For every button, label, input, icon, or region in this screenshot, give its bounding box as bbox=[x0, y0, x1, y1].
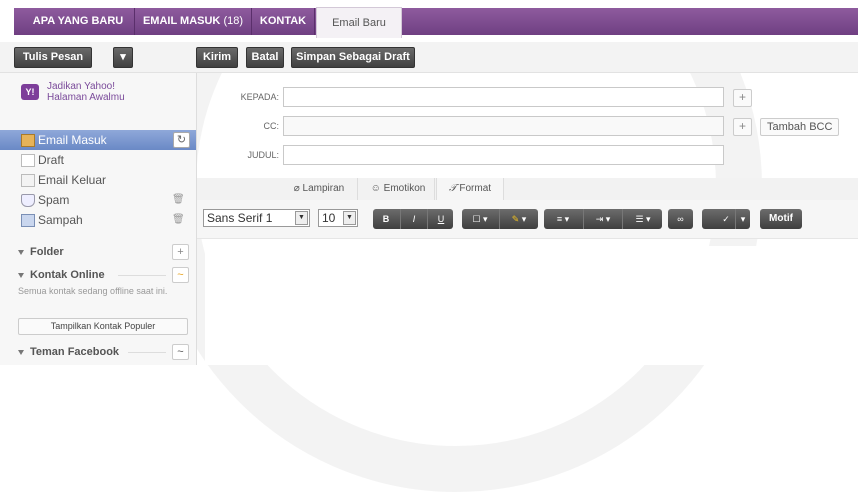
set-homepage-link[interactable]: Jadikan Yahoo! Halaman Awalmu bbox=[47, 81, 125, 103]
tab-inbox[interactable]: EMAIL MASUK (18) bbox=[135, 8, 252, 35]
sidebar-item-inbox[interactable]: Email Masuk ↻ bbox=[0, 130, 196, 150]
link-icon: ∞ bbox=[677, 214, 684, 224]
smiley-icon: ☺ bbox=[370, 183, 381, 194]
text-style-group: B I U bbox=[373, 209, 453, 229]
text-color-button[interactable]: ✎ ▾ bbox=[499, 209, 538, 229]
font-family-select[interactable]: Sans Serif 1 ▼ bbox=[203, 209, 310, 227]
align-button[interactable]: ≡ ▾ bbox=[544, 209, 582, 229]
cc-field[interactable] bbox=[283, 116, 724, 136]
list-icon: ☰ bbox=[635, 214, 644, 224]
compose-dropdown-button[interactable]: ▾ bbox=[113, 47, 133, 68]
align-icon: ≡ bbox=[556, 214, 563, 224]
emoticon-tab[interactable]: ☺ Emotikon bbox=[362, 178, 435, 200]
subject-field[interactable] bbox=[283, 145, 724, 165]
add-recipient-button[interactable]: + bbox=[733, 89, 752, 107]
trash-icon bbox=[21, 214, 35, 227]
format-icon: 𝒯 bbox=[448, 183, 457, 194]
paperclip-icon: ⌀ bbox=[293, 183, 300, 194]
yahoo-logo-icon: Y! bbox=[21, 84, 39, 100]
add-folder-button[interactable]: + bbox=[172, 244, 189, 260]
empty-spam-icon[interactable]: 🗑 bbox=[172, 193, 185, 206]
indent-icon: ⇥ bbox=[595, 214, 604, 224]
chevron-down-icon: ▼ bbox=[343, 211, 356, 225]
subject-label: JUDUL: bbox=[247, 150, 279, 160]
compose-button[interactable]: Tulis Pesan bbox=[14, 47, 92, 68]
italic-button[interactable]: I bbox=[400, 209, 427, 229]
format-tab[interactable]: 𝒯 Format bbox=[436, 178, 504, 200]
divider bbox=[128, 352, 166, 353]
link-button[interactable]: ∞ bbox=[668, 209, 693, 229]
pen-icon: ✎ bbox=[511, 214, 520, 224]
spellcheck-icon: ✓ bbox=[722, 214, 730, 224]
tab-whats-new[interactable]: APA YANG BARU bbox=[22, 8, 135, 35]
chevron-down-icon bbox=[18, 349, 24, 355]
theme-button[interactable]: Motif bbox=[760, 209, 802, 229]
tab-contacts[interactable]: KONTAK bbox=[252, 8, 315, 35]
sidebar-item-draft[interactable]: Draft bbox=[0, 150, 196, 170]
status-icon[interactable]: ~ bbox=[172, 267, 189, 283]
online-contacts-header[interactable]: Kontak Online bbox=[18, 269, 105, 281]
cc-label: CC: bbox=[263, 121, 280, 131]
inbox-icon bbox=[21, 134, 35, 147]
color-group: ☐ ▾ ✎ ▾ bbox=[462, 209, 538, 229]
empty-trash-icon[interactable]: 🗑 bbox=[172, 213, 185, 226]
sidebar-item-spam[interactable]: Spam 🗑 bbox=[0, 190, 196, 210]
folder-section-header[interactable]: Folder bbox=[18, 246, 64, 258]
chevron-down-icon bbox=[18, 249, 24, 255]
divider bbox=[118, 275, 166, 276]
sidebar-item-sent[interactable]: Email Keluar bbox=[0, 170, 196, 190]
draft-icon bbox=[21, 154, 35, 167]
to-label: KEPADA: bbox=[240, 92, 279, 102]
spellcheck-button[interactable]: ✓ ▾ bbox=[702, 209, 750, 229]
list-button[interactable]: ☰ ▾ bbox=[622, 209, 663, 229]
offline-note: Semua kontak sedang offline saat ini. bbox=[18, 286, 168, 296]
underline-button[interactable]: U bbox=[427, 209, 454, 229]
facebook-friends-header[interactable]: Teman Facebook bbox=[18, 346, 119, 358]
attachment-tab[interactable]: ⌀ Lampiran bbox=[281, 178, 358, 200]
chevron-down-icon: ▾ bbox=[735, 209, 750, 229]
paragraph-group: ≡ ▾ ⇥ ▾ ☰ ▾ bbox=[544, 209, 662, 229]
chevron-down-icon: ▼ bbox=[295, 211, 308, 225]
shield-icon bbox=[21, 194, 35, 207]
to-field[interactable] bbox=[283, 87, 724, 107]
background-color-button[interactable]: ☐ ▾ bbox=[462, 209, 498, 229]
show-popular-contacts-button[interactable]: Tampilkan Kontak Populer bbox=[18, 318, 188, 335]
message-body-editor[interactable] bbox=[205, 246, 858, 365]
cancel-button[interactable]: Batal bbox=[246, 47, 284, 68]
chevron-down-icon bbox=[18, 272, 24, 278]
save-draft-button[interactable]: Simpan Sebagai Draft bbox=[291, 47, 415, 68]
bold-button[interactable]: B bbox=[373, 209, 399, 229]
sidebar-item-trash[interactable]: Sampah 🗑 bbox=[0, 210, 196, 230]
indent-button[interactable]: ⇥ ▾ bbox=[583, 209, 622, 229]
status-icon[interactable]: ~ bbox=[172, 344, 189, 360]
chevron-down-icon: ▾ bbox=[120, 51, 126, 63]
square-icon: ☐ bbox=[472, 214, 481, 224]
add-bcc-button[interactable]: Tambah BCC bbox=[760, 118, 840, 136]
tab-new-email[interactable]: Email Baru bbox=[316, 7, 402, 38]
font-size-select[interactable]: 10 ▼ bbox=[318, 209, 358, 227]
refresh-icon[interactable]: ↻ bbox=[173, 132, 190, 148]
add-cc-button[interactable]: + bbox=[733, 118, 752, 136]
sent-icon bbox=[21, 174, 35, 187]
send-button[interactable]: Kirim bbox=[196, 47, 238, 68]
